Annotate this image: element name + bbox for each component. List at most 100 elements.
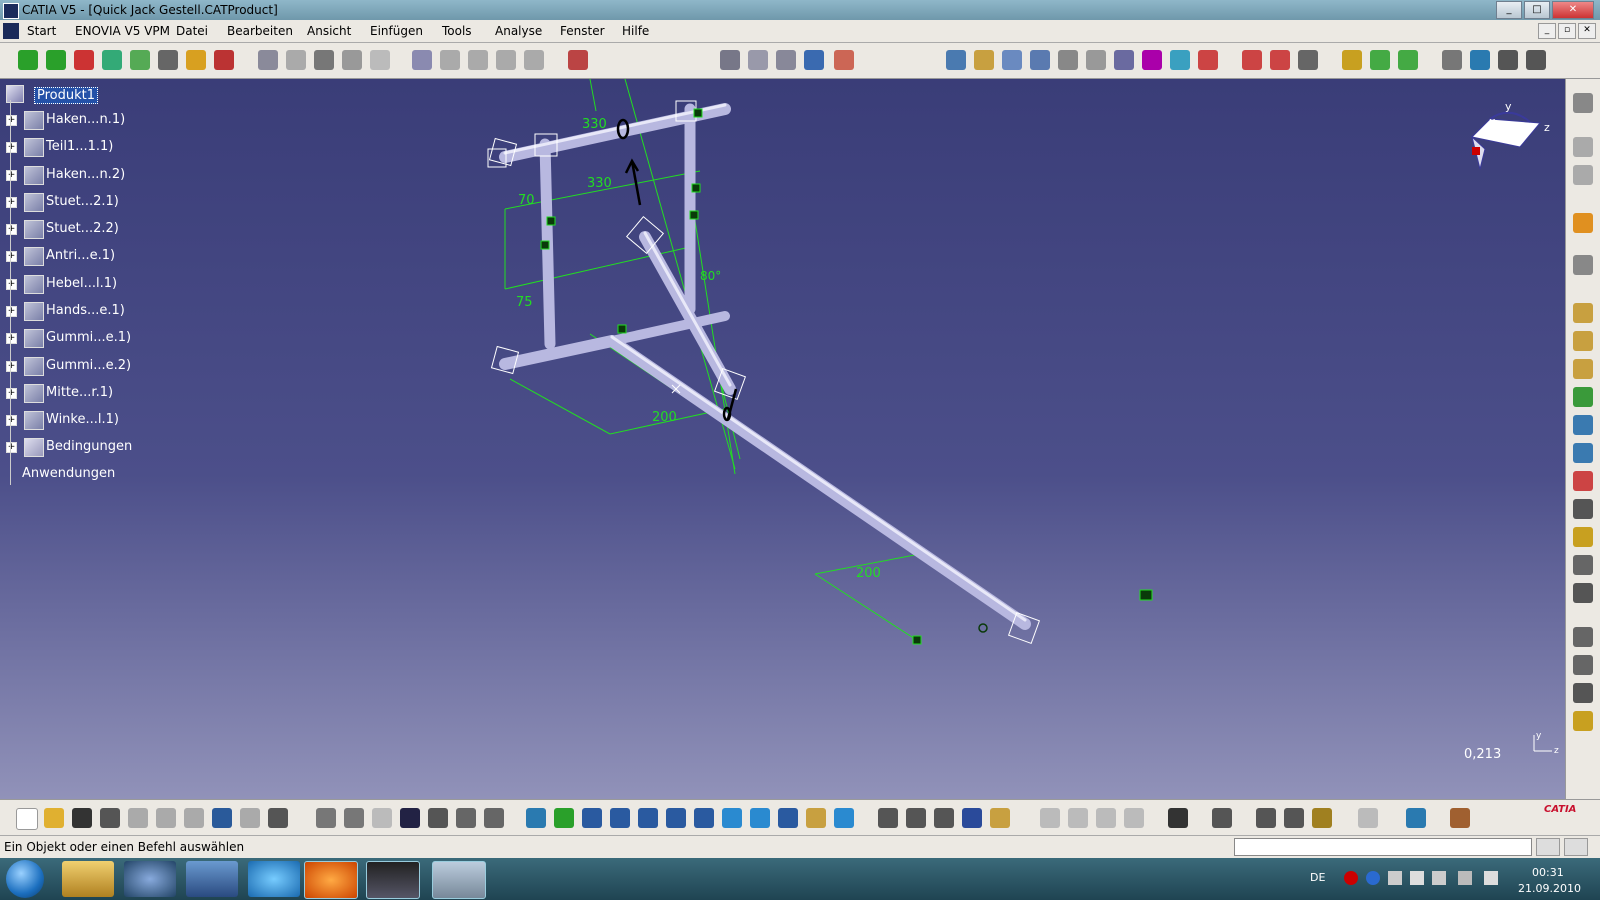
simulation-icon[interactable] [1040,808,1060,828]
knowledge-icon[interactable] [344,808,364,828]
fast-multi-instantiation-icon[interactable] [1573,555,1593,575]
offset-icon[interactable] [186,50,206,70]
zoom-out-icon[interactable] [666,808,686,828]
split-assembly-icon[interactable] [1573,655,1593,675]
expand-icon[interactable]: + [6,415,17,426]
antivirus-tray-icon[interactable] [1344,871,1358,885]
paint-taskbar-icon[interactable] [432,861,486,899]
fly-mode-icon[interactable] [526,808,546,828]
print-icon[interactable] [100,808,120,828]
catalog-icon[interactable] [440,50,460,70]
existing-component-icon[interactable] [468,50,488,70]
expand-icon[interactable]: + [6,115,17,126]
shading-icon[interactable] [778,808,798,828]
macros-icon[interactable] [484,808,504,828]
refresh-icon[interactable] [1358,808,1378,828]
insert-component-icon[interactable] [1573,303,1593,323]
distance-icon[interactable] [1002,50,1022,70]
menu-einfuegen[interactable]: Einfügen [370,24,423,38]
explode-icon[interactable] [74,50,94,70]
flexible-icon[interactable] [342,50,362,70]
select-icon[interactable] [1573,213,1593,233]
3d-viewport[interactable]: 330 330 70 75 80° 200 200 y x z y z [0,79,1566,799]
assembly-constraint-icon[interactable] [1573,93,1593,113]
expand-icon[interactable]: + [6,197,17,208]
section-icon[interactable] [1573,165,1593,185]
expand-icon[interactable]: + [6,279,17,290]
symmetry-assembly-icon[interactable] [1573,711,1593,731]
command-input[interactable] [1234,838,1532,856]
hole-assembly-icon[interactable] [1573,683,1593,703]
menu-bearbeiten[interactable]: Bearbeiten [227,24,293,38]
measure-item-icon[interactable] [1284,808,1304,828]
spot-weld-icon[interactable] [1398,50,1418,70]
measure-icon[interactable] [720,50,740,70]
redo-icon[interactable] [240,808,260,828]
paste-icon[interactable] [184,808,204,828]
open-icon[interactable] [44,808,64,828]
change-constraint-icon[interactable] [370,50,390,70]
hide-icon[interactable] [806,808,826,828]
menu-analyse[interactable]: Analyse [495,24,542,38]
reuse-pattern-icon[interactable] [412,50,432,70]
assembly-features-icon[interactable] [1573,627,1593,647]
swap-space-icon[interactable] [1526,50,1546,70]
scenes-icon[interactable] [1270,50,1290,70]
analysis-icon[interactable] [878,808,898,828]
start-menu-icon[interactable] [3,23,19,39]
fix-together-icon[interactable] [286,50,306,70]
view-icon[interactable] [804,50,824,70]
whats-this-icon[interactable] [268,808,288,828]
lock-icon[interactable] [456,808,476,828]
snap-icon[interactable] [46,50,66,70]
catalog-browser-icon[interactable] [1342,50,1362,70]
menu-start[interactable]: Start [27,24,56,38]
generate-numbering-icon[interactable] [1573,443,1593,463]
catia-taskbar-icon[interactable] [366,861,420,899]
copy-icon[interactable] [156,808,176,828]
hole-icon[interactable] [1058,50,1078,70]
volume-tray-icon[interactable] [1484,871,1498,885]
eraser-icon[interactable] [1406,808,1426,828]
quick-constraint-icon[interactable] [314,50,334,70]
formula-icon[interactable] [316,808,336,828]
stop-manipulate-icon[interactable] [102,50,122,70]
section-view-icon[interactable] [1212,808,1232,828]
pocket-icon[interactable] [1086,50,1106,70]
contact-icon[interactable] [158,50,178,70]
expand-icon[interactable]: + [6,361,17,372]
windows-start-button[interactable] [6,860,44,898]
maximize-button[interactable]: □ [1524,1,1550,19]
rotate-icon[interactable] [610,808,630,828]
bluetooth-tray-icon[interactable] [1366,871,1380,885]
fit-all-icon[interactable] [554,808,574,828]
flag-note-icon[interactable] [776,50,796,70]
command-history-button[interactable] [1536,838,1560,856]
replace-component-icon[interactable] [1573,387,1593,407]
cut-icon[interactable] [128,808,148,828]
app-taskbar-icon[interactable] [186,861,238,897]
bill-of-material-icon[interactable] [1198,50,1218,70]
track-icon[interactable] [1096,808,1116,828]
minimize-button[interactable]: _ [1496,1,1522,19]
insert-product-icon[interactable] [1573,331,1593,351]
menu-ansicht[interactable]: Ansicht [307,24,351,38]
iso-view-icon[interactable] [750,808,770,828]
capture-icon[interactable] [1168,808,1188,828]
menu-enovia[interactable]: ENOVIA V5 VPM [75,24,170,38]
expand-icon[interactable]: + [6,251,17,262]
explorer-taskbar-icon[interactable] [62,861,114,897]
menu-fenster[interactable]: Fenster [560,24,605,38]
multi-instantiation-icon[interactable] [1573,527,1593,547]
player-icon[interactable] [1068,808,1088,828]
render-style-icon[interactable] [1470,50,1490,70]
menu-hilfe[interactable]: Hilfe [622,24,649,38]
expand-icon[interactable]: + [6,388,17,399]
close-button[interactable]: ✕ [1552,1,1594,19]
publication-icon[interactable] [990,808,1010,828]
hide-show-icon[interactable] [1498,50,1518,70]
space-analysis-icon[interactable] [1573,137,1593,157]
undo-icon[interactable] [212,808,232,828]
doc-close-button[interactable]: ✕ [1578,23,1596,39]
angle-icon[interactable] [214,50,234,70]
